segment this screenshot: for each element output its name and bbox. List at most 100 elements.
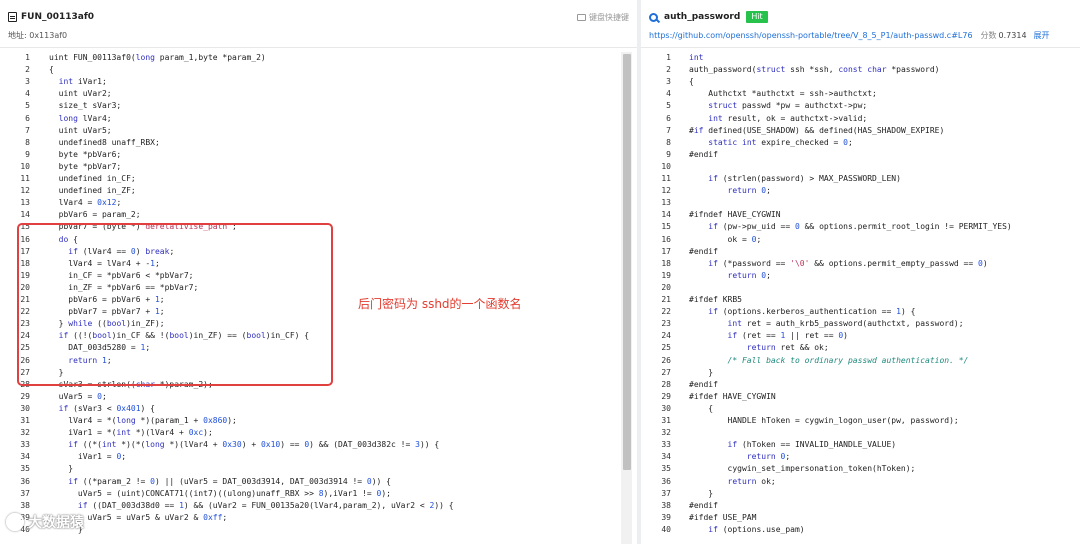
- line-number: 34: [661, 452, 671, 462]
- line-number: 5: [666, 101, 671, 111]
- line-number: 13: [661, 198, 671, 208]
- left-code-line: 3 int iVar1;: [0, 76, 637, 88]
- right-code-line: 40 if (options.use_pam): [641, 524, 1080, 536]
- line-code: byte *pbVar6;: [49, 149, 122, 159]
- right-code-line: 27 }: [641, 367, 1080, 379]
- left-code-line: 13 lVar4 = 0x12;: [0, 197, 637, 209]
- right-code-line: 23 int ret = auth_krb5_password(authctxt…: [641, 318, 1080, 330]
- right-code-line: 2 auth_password(struct ssh *ssh, const ch…: [641, 64, 1080, 76]
- right-code-line: 3{: [641, 76, 1080, 88]
- right-code-line: 32: [641, 427, 1080, 439]
- right-code-line: 11 if (strlen(password) > MAX_PASSWORD_L…: [641, 173, 1080, 185]
- line-code: #ifdef USE_PAM: [689, 512, 757, 522]
- line-code: static int expire_checked = 0;: [708, 137, 853, 147]
- left-code-line: 6 long lVar4;: [0, 113, 637, 125]
- address-label: 地址: 0x113af0: [8, 30, 68, 40]
- line-code: #ifdef KRB5: [689, 295, 742, 304]
- right-code-line: 6 int result, ok = authctxt->valid;: [641, 113, 1080, 125]
- line-number: 24: [661, 331, 671, 341]
- line-number: 23: [661, 319, 671, 329]
- right-code-line: 26 /* Fall back to ordinary passwd authe…: [641, 355, 1080, 367]
- line-number: 6: [25, 113, 30, 123]
- right-code-line: 36 return ok;: [641, 476, 1080, 488]
- left-code-line: 36 if ((*param_2 != 0) || (uVar5 = DAT_0…: [0, 476, 637, 488]
- right-code-line: 8 static int expire_checked = 0;: [641, 137, 1080, 149]
- line-number: 35: [661, 464, 671, 474]
- right-pane-header: auth_password Hit https://github.com/ope…: [641, 0, 1080, 48]
- right-code-line: 10: [641, 161, 1080, 173]
- left-code-line: 30 if (sVar3 < 0x401) {: [0, 403, 637, 415]
- line-number: 25: [661, 343, 671, 353]
- line-code: ok = 0;: [689, 234, 762, 244]
- left-code-line: 5 size_t sVar3;: [0, 100, 637, 112]
- match-title: auth_password: [664, 12, 741, 22]
- line-number: 12: [20, 186, 30, 196]
- line-code: {: [689, 403, 714, 413]
- line-code: int iVar1;: [58, 77, 107, 87]
- line-code: return 0;: [727, 270, 771, 280]
- line-code: return 0;: [746, 452, 791, 462]
- right-code-line: 20: [641, 282, 1080, 294]
- line-code: size_t sVar3;: [49, 101, 122, 111]
- right-code-line: 35 cygwin_set_impersonation_token(hToken…: [641, 463, 1080, 475]
- line-number: 1: [666, 53, 671, 62]
- line-code: byte *pbVar7;: [49, 161, 122, 171]
- left-code-line: 14 pbVar6 = param_2;: [0, 209, 637, 221]
- line-number: 15: [661, 222, 671, 232]
- line-code: if (pw->pw_uid == 0 && options.permit_ro…: [708, 222, 1012, 232]
- score-label: 分数: [980, 30, 997, 40]
- scrollbar-thumb[interactable]: [623, 54, 631, 470]
- line-code: int ret = auth_krb5_password(authctxt, p…: [727, 319, 964, 329]
- line-code: if (options.use_pam): [708, 524, 805, 534]
- line-code: if ((*param_2 != 0) || (uVar5 = DAT_003d…: [68, 476, 391, 486]
- line-code: auth_password(struct ssh *ssh, const cha…: [689, 65, 940, 75]
- line-number: 32: [661, 428, 671, 438]
- line-code: pbVar6 = param_2;: [49, 210, 141, 220]
- line-code: #ifndef HAVE_CYGWIN: [689, 210, 781, 220]
- right-code-line: 14 #ifndef HAVE_CYGWIN: [641, 209, 1080, 221]
- left-code-line: 4 uint uVar2;: [0, 88, 637, 100]
- line-number: 2: [25, 65, 30, 75]
- line-number: 14: [661, 210, 671, 220]
- line-code: }: [689, 488, 714, 498]
- line-number: 32: [20, 428, 30, 438]
- line-code: if (sVar3 < 0x401) {: [58, 403, 155, 413]
- right-code-line: 33 if (hToken == INVALID_HANDLE_VALUE): [641, 439, 1080, 451]
- left-code-line: 29 uVar5 = 0;: [0, 391, 637, 403]
- function-icon: [8, 12, 17, 22]
- line-number: 33: [661, 440, 671, 450]
- line-number: 30: [661, 403, 671, 413]
- keyboard-shortcuts-button[interactable]: 键盘快捷键: [577, 12, 629, 23]
- watermark: 大数据猿: [6, 512, 84, 532]
- source-url-link[interactable]: https://github.com/openssh/openssh-porta…: [649, 31, 973, 40]
- line-code: if ((DAT_003d38d0 == 1) && (uVar2 = FUN_…: [77, 500, 454, 510]
- keyboard-icon: [577, 13, 586, 21]
- left-code-line: 38 if ((DAT_003d38d0 == 1) && (uVar2 = F…: [0, 500, 637, 512]
- line-number: 10: [20, 161, 30, 171]
- line-code: iVar1 = *(int *)(lVar4 + 0xc);: [49, 428, 213, 438]
- right-code-line: 1 int: [641, 52, 1080, 64]
- line-number: 2: [666, 65, 671, 75]
- left-code-line: 39 uVar5 = uVar5 & uVar2 & 0xff;: [0, 512, 637, 524]
- left-code-line: 11 undefined in_CF;: [0, 173, 637, 185]
- decompiled-code-pane: FUN_00113af0 键盘快捷键 地址: 0x113af0 1 uint FU…: [0, 0, 637, 544]
- line-code: undefined in_CF;: [49, 174, 136, 183]
- hit-badge: Hit: [746, 11, 768, 23]
- right-code-line: 18 if (*password == '\0' && options.perm…: [641, 258, 1080, 270]
- line-code: if (strlen(password) > MAX_PASSWORD_LEN): [708, 174, 901, 183]
- line-code: return 0;: [727, 186, 771, 196]
- line-code: }: [49, 464, 74, 474]
- right-code-line: 17 #endif: [641, 246, 1080, 258]
- watermark-logo-icon: [6, 513, 24, 531]
- left-code-line: 12 undefined in_ZF;: [0, 185, 637, 197]
- line-number: 8: [25, 137, 30, 147]
- line-code: }: [689, 367, 714, 377]
- right-code-line: 39 #ifdef USE_PAM: [641, 512, 1080, 524]
- right-code-line: 4 Authctxt *authctxt = ssh->authctxt;: [641, 88, 1080, 100]
- line-code: #endif: [689, 379, 718, 389]
- line-code: int: [689, 53, 704, 62]
- line-number: 34: [20, 452, 30, 462]
- line-number: 38: [661, 500, 671, 510]
- expand-button[interactable]: 展开: [1034, 30, 1050, 41]
- line-code: #endif: [689, 500, 718, 510]
